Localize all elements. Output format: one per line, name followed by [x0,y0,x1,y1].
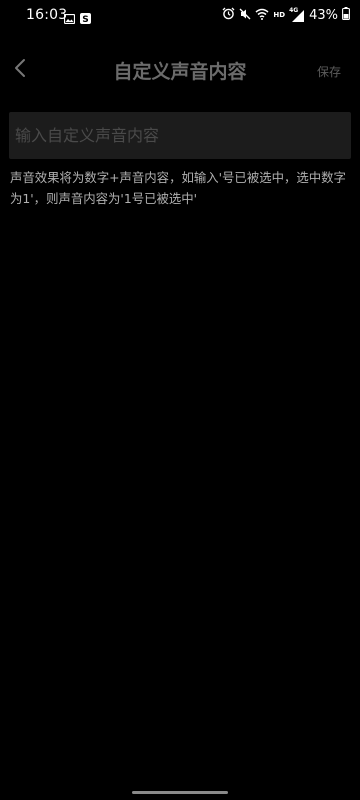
hd-label: HD [273,11,286,19]
custom-sound-input-container [9,112,351,159]
save-button[interactable]: 保存 [317,63,341,80]
notification-icons: S [63,9,91,28]
hint-text: 声音效果将为数字+声音内容，如输入'号已被选中，选中数字为1'，则声音内容为'1… [10,170,346,206]
svg-text:S: S [82,15,88,24]
image-icon [63,9,76,28]
app-bar: 自定义声音内容 保存 [0,50,360,90]
signal-icon: 4G [289,7,305,22]
custom-sound-input[interactable] [15,112,345,159]
page-title: 自定义声音内容 [113,61,247,83]
mute-icon [239,8,251,24]
system-icons: HD 4G 43% [222,7,350,24]
status-time: 16:03 [26,7,68,23]
s-badge-icon: S [80,9,91,28]
battery-icon [342,7,350,24]
alarm-icon [222,7,235,24]
home-indicator[interactable] [132,791,228,794]
status-bar: 16:03 S HD 4G 43% [0,0,360,32]
battery-percent: 43% [309,8,338,23]
wifi-icon [255,8,269,24]
